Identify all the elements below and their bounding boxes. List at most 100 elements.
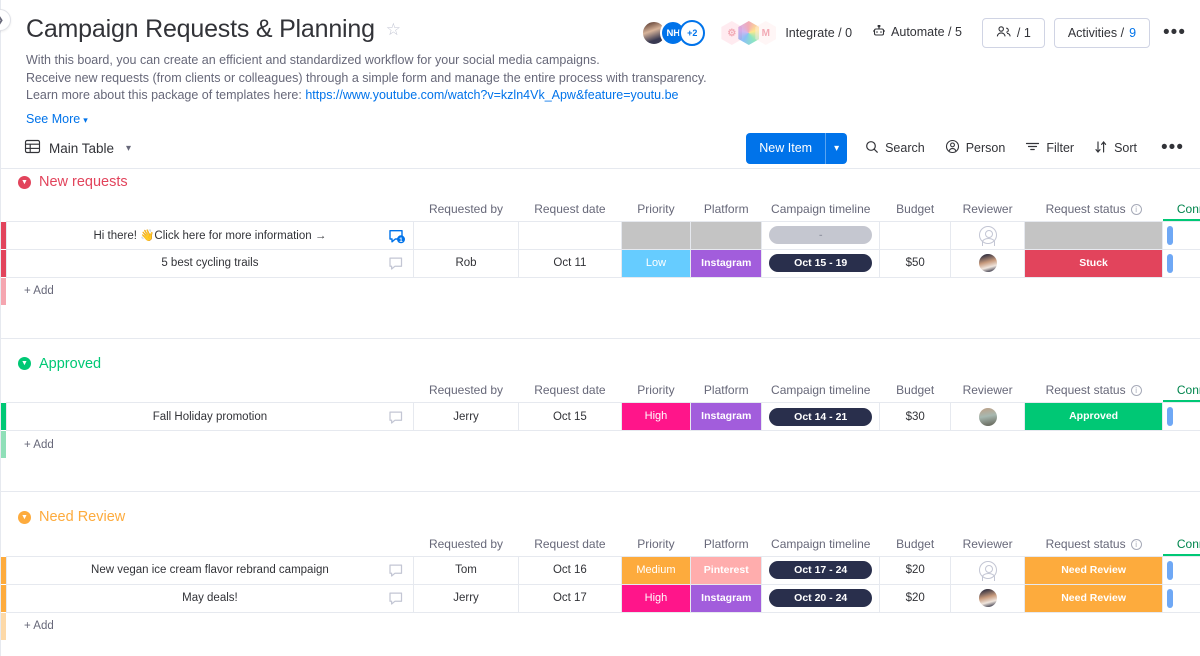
comment-bubble-icon[interactable] (388, 410, 403, 423)
filter-button[interactable]: Filter (1025, 140, 1074, 156)
column-header-reviewer[interactable]: Reviewer (951, 377, 1024, 403)
see-more-toggle[interactable]: See More▾ (26, 112, 88, 126)
table-row[interactable]: 5 best cycling trails RobOct 11LowInstag… (0, 249, 1200, 277)
cell-item-name[interactable]: Fall Holiday promotion (6, 403, 413, 431)
column-header-requested-by[interactable]: Requested by (414, 195, 519, 221)
comment-bubble-icon[interactable] (388, 564, 403, 577)
column-header-reviewer[interactable]: Reviewer (951, 195, 1024, 221)
new-item-button[interactable]: New Item ▾ (746, 133, 847, 164)
cell-request-status[interactable]: Approved (1024, 403, 1163, 431)
group-collapse-caret-icon[interactable]: ▼ (18, 176, 31, 189)
cell-platform[interactable]: Instagram (691, 584, 762, 612)
avatar-overflow[interactable]: +2 (679, 20, 705, 46)
column-header-campaign-timeline[interactable]: Campaign timeline (762, 377, 880, 403)
cell-budget[interactable]: $30 (880, 403, 951, 431)
column-header-conn[interactable]: Conn (1163, 377, 1200, 403)
cell-platform[interactable]: Pinterest (691, 556, 762, 584)
cell-platform[interactable] (691, 221, 762, 249)
column-header-campaign-timeline[interactable]: Campaign timeline (762, 195, 880, 221)
cell-priority[interactable] (621, 221, 690, 249)
cell-requested-by[interactable] (414, 221, 519, 249)
cell-budget[interactable]: $20 (880, 556, 951, 584)
column-header-platform[interactable]: Platform (691, 195, 762, 221)
cell-request-date[interactable]: Oct 16 (518, 556, 621, 584)
cell-priority[interactable]: High (621, 403, 690, 431)
comment-bubble-active-icon[interactable]: 1 (388, 229, 403, 242)
board-members-button[interactable]: / 1 (982, 18, 1045, 48)
chevron-down-icon[interactable]: ▾ (826, 133, 847, 164)
youtube-template-link[interactable]: https://www.youtube.com/watch?v=kzln4Vk_… (305, 88, 678, 102)
group-collapse-caret-icon[interactable]: ▼ (18, 511, 31, 524)
column-header-request-status[interactable]: Request statusi (1024, 377, 1163, 403)
column-header-request-status[interactable]: Request statusi (1024, 195, 1163, 221)
cell-connect-boards[interactable] (1163, 221, 1200, 249)
cell-budget[interactable]: $50 (880, 249, 951, 277)
column-header-platform[interactable]: Platform (691, 530, 762, 556)
search-button[interactable]: Search (865, 140, 925, 157)
cell-request-status[interactable]: Need Review (1024, 584, 1163, 612)
table-row[interactable]: New vegan ice cream flavor rebrand campa… (0, 556, 1200, 584)
cell-reviewer[interactable] (951, 584, 1024, 612)
cell-item-name[interactable]: Hi there! 👋Click here for more informati… (6, 221, 413, 249)
group-title-label[interactable]: Need Review (39, 509, 125, 525)
chevron-down-icon[interactable]: ▾ (126, 143, 131, 154)
cell-priority[interactable]: Medium (621, 556, 690, 584)
cell-campaign-timeline[interactable]: Oct 14 - 21 (762, 403, 880, 431)
cell-platform[interactable]: Instagram (691, 403, 762, 431)
sort-button[interactable]: Sort (1094, 140, 1137, 157)
cell-request-status[interactable]: Need Review (1024, 556, 1163, 584)
cell-connect-boards[interactable] (1163, 584, 1200, 612)
automate-button[interactable]: Automate / 5 (872, 25, 962, 41)
column-header-priority[interactable]: Priority (621, 377, 690, 403)
cell-requested-by[interactable]: Rob (414, 249, 519, 277)
column-header-conn[interactable]: Conn (1163, 195, 1200, 221)
column-header-request-date[interactable]: Request date (518, 377, 621, 403)
group-title-label[interactable]: New requests (39, 174, 128, 190)
table-row[interactable]: Fall Holiday promotion JerryOct 15HighIn… (0, 403, 1200, 431)
cell-platform[interactable]: Instagram (691, 249, 762, 277)
reviewer-avatar[interactable] (951, 250, 1023, 277)
cell-request-date[interactable] (518, 221, 621, 249)
add-item-row[interactable]: + Add (0, 278, 1200, 305)
activities-button[interactable]: Activities / 9 (1054, 18, 1150, 48)
cell-campaign-timeline[interactable]: - (762, 221, 880, 249)
cell-item-name[interactable]: New vegan ice cream flavor rebrand campa… (6, 556, 413, 584)
cell-item-name[interactable]: 5 best cycling trails (6, 249, 413, 277)
group-collapse-caret-icon[interactable]: ▼ (18, 357, 31, 370)
tab-main-table[interactable]: Main Table ▾ (24, 138, 131, 158)
info-icon[interactable]: i (1131, 539, 1142, 550)
cell-connect-boards[interactable] (1163, 556, 1200, 584)
cell-budget[interactable]: $20 (880, 584, 951, 612)
add-item-row[interactable]: + Add (0, 431, 1200, 458)
group-title-label[interactable]: Approved (39, 356, 101, 372)
cell-item-name[interactable]: May deals! (6, 584, 413, 612)
cell-reviewer[interactable] (951, 249, 1024, 277)
column-header-campaign-timeline[interactable]: Campaign timeline (762, 530, 880, 556)
column-header-budget[interactable]: Budget (880, 377, 951, 403)
cell-campaign-timeline[interactable]: Oct 20 - 24 (762, 584, 880, 612)
comment-bubble-icon[interactable] (388, 592, 403, 605)
column-header-conn[interactable]: Conn (1163, 530, 1200, 556)
cell-connect-boards[interactable] (1163, 403, 1200, 431)
table-row[interactable]: May deals! JerryOct 17HighInstagramOct 2… (0, 584, 1200, 612)
board-members-avatars[interactable]: NH +2 (641, 20, 705, 46)
column-header-priority[interactable]: Priority (621, 530, 690, 556)
person-filter-button[interactable]: Person (945, 139, 1006, 157)
cell-campaign-timeline[interactable]: Oct 15 - 19 (762, 249, 880, 277)
cell-requested-by[interactable]: Jerry (414, 403, 519, 431)
toolbar-more-button[interactable]: ••• (1157, 141, 1188, 155)
reviewer-avatar[interactable] (951, 403, 1023, 430)
board-more-options-button[interactable]: ••• (1159, 26, 1190, 40)
cell-reviewer[interactable] (951, 221, 1024, 249)
info-icon[interactable]: i (1131, 385, 1142, 396)
cell-priority[interactable]: Low (621, 249, 690, 277)
comment-bubble-icon[interactable] (388, 257, 403, 270)
column-header-priority[interactable]: Priority (621, 195, 690, 221)
column-header-request-date[interactable]: Request date (518, 195, 621, 221)
info-icon[interactable]: i (1131, 204, 1142, 215)
column-header-request-status[interactable]: Request statusi (1024, 530, 1163, 556)
cell-request-date[interactable]: Oct 15 (518, 403, 621, 431)
column-header-reviewer[interactable]: Reviewer (951, 530, 1024, 556)
column-header-budget[interactable]: Budget (880, 195, 951, 221)
reviewer-avatar[interactable] (951, 585, 1023, 612)
